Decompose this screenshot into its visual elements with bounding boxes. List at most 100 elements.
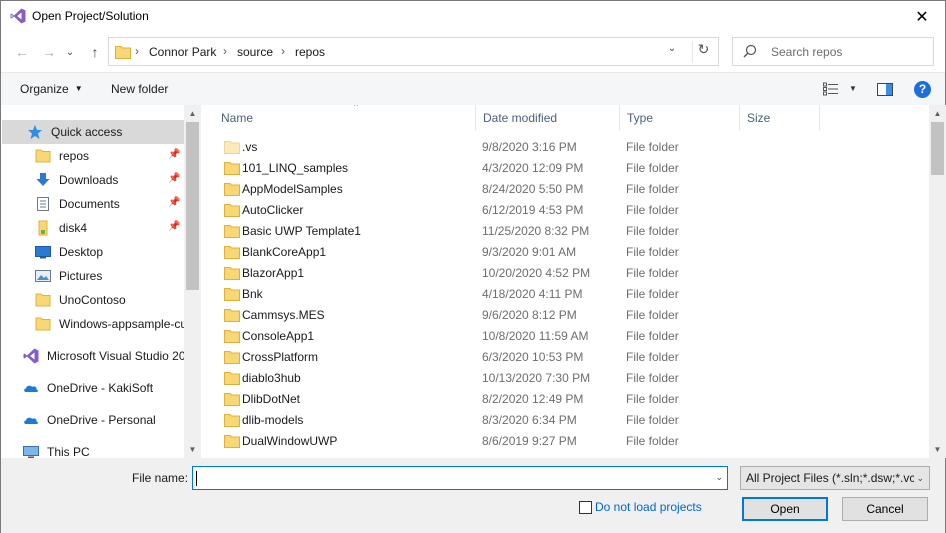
sidebar-item-quick-access[interactable]: Quick access [2, 120, 184, 144]
table-row[interactable]: .vs 9/8/2020 3:16 PM File folder [221, 136, 921, 157]
up-arrow-icon: ↑ [91, 44, 99, 60]
sidebar-item-desktop[interactable]: Desktop [2, 240, 184, 264]
file-name: ConsoleApp1 [242, 329, 315, 343]
folder-icon [224, 414, 240, 427]
table-row[interactable]: Basic UWP Template1 11/25/2020 8:32 PM Fil… [221, 220, 921, 241]
scrollbar-thumb[interactable] [931, 122, 944, 175]
scroll-down-icon[interactable]: ▼ [929, 441, 946, 458]
back-arrow-icon: ← [15, 44, 29, 60]
file-date-modified: 8/3/2020 6:34 PM [482, 413, 577, 427]
file-name-input[interactable]: ⌄ [192, 466, 728, 490]
table-row[interactable]: 101_LINQ_samples 4/3/2020 12:09 PM File fo… [221, 157, 921, 178]
pin-icon: 📌 [168, 173, 181, 184]
file-name: AutoClicker [242, 203, 304, 217]
refresh-button[interactable]: ↻ [692, 41, 714, 63]
do-not-load-projects-checkbox[interactable] [579, 501, 592, 514]
organize-label: Organize [20, 82, 69, 96]
pin-icon: 📌 [168, 197, 181, 208]
column-header-name[interactable]: ^ Name [214, 105, 476, 130]
column-header-label: Type [627, 111, 654, 125]
file-name: DualWindowUWP [242, 434, 338, 448]
table-row[interactable]: DlibDotNet 8/2/2020 12:49 PM File folder [221, 388, 921, 409]
open-button[interactable]: Open [742, 497, 828, 521]
sidebar-item-label: Documents [59, 197, 120, 211]
sidebar-item-visual-studio[interactable]: Microsoft Visual Studio 20 [2, 344, 184, 368]
search-box[interactable] [732, 37, 934, 66]
address-bar[interactable]: › Connor Park › source › repos ⌄ ↻ [108, 37, 719, 66]
breadcrumb-source[interactable]: source [237, 45, 273, 59]
new-folder-button[interactable]: New folder [111, 82, 168, 96]
table-row[interactable]: Bnk 4/18/2020 4:11 PM File folder [221, 283, 921, 304]
sort-ascending-icon: ^ [354, 105, 358, 111]
table-row[interactable]: AppModelSamples 8/24/2020 5:50 PM File fol… [221, 178, 921, 199]
search-input[interactable] [771, 43, 927, 61]
cancel-button[interactable]: Cancel [842, 497, 928, 521]
chevron-down-icon: ⌄ [65, 46, 75, 58]
column-header-size[interactable]: Size [740, 105, 820, 130]
up-button[interactable]: ↑ [84, 41, 106, 63]
file-type-filter-select[interactable]: All Project Files (*.sln;*.dsw;*.vc ⌄ [740, 466, 930, 490]
sidebar-item-documents[interactable]: Documents 📌 [2, 192, 184, 216]
open-project-dialog: Open Project/Solution ✕ ← → ⌄ ↑ › Connor… [0, 0, 946, 533]
folder-icon [224, 141, 240, 154]
table-row[interactable]: DualWindowUWP 8/6/2019 9:27 PM File folder [221, 430, 921, 451]
table-row[interactable]: CrossPlatform 6/3/2020 10:53 PM File folde… [221, 346, 921, 367]
chevron-down-icon: ▼ [74, 84, 83, 93]
sidebar-item-label: UnoContoso [59, 293, 126, 307]
visual-studio-icon [23, 348, 39, 364]
view-options-dropdown-icon[interactable]: ▼ [849, 84, 857, 93]
change-view-icon[interactable] [823, 82, 839, 96]
sidebar-item-onedrive-personal[interactable]: OneDrive - Personal [2, 408, 184, 432]
table-row[interactable]: Cammsys.MES 9/6/2020 8:12 PM File folder [221, 304, 921, 325]
scroll-up-icon[interactable]: ▲ [184, 105, 201, 122]
navigation-scrollbar[interactable]: ▲ ▼ [184, 105, 201, 458]
table-row[interactable]: diablo3hub 10/13/2020 7:30 PM File folder [221, 367, 921, 388]
sidebar-item-unocontoso[interactable]: UnoContoso [2, 288, 184, 312]
help-icon[interactable]: ? [914, 81, 931, 98]
navigation-pane: Quick access repos 📌 Downloads 📌 Documen… [1, 105, 201, 458]
sidebar-item-downloads[interactable]: Downloads 📌 [2, 168, 184, 192]
chevron-down-icon[interactable]: ⌄ [715, 472, 723, 483]
column-header-date-modified[interactable]: Date modified [476, 105, 620, 130]
scroll-down-icon[interactable]: ▼ [184, 441, 201, 458]
table-row[interactable]: AutoClicker 6/12/2019 4:53 PM File folder [221, 199, 921, 220]
sidebar-item-windows-appsample[interactable]: Windows-appsample-cu [2, 312, 184, 336]
scroll-up-icon[interactable]: ▲ [929, 105, 946, 122]
close-button[interactable]: ✕ [899, 1, 945, 32]
file-list-scrollbar[interactable]: ▲ ▼ [929, 105, 946, 458]
pin-icon: 📌 [168, 149, 181, 160]
file-date-modified: 8/24/2020 5:50 PM [482, 182, 584, 196]
table-row[interactable]: ConsoleApp1 10/8/2020 11:59 AM File folder [221, 325, 921, 346]
forward-button[interactable]: → [38, 41, 60, 63]
file-type-filter-value: All Project Files (*.sln;*.dsw;*.vc [746, 471, 916, 485]
file-type: File folder [626, 182, 679, 196]
organize-button[interactable]: Organize ▼ [20, 82, 83, 96]
file-date-modified: 10/13/2020 7:30 PM [482, 371, 591, 385]
file-date-modified: 6/12/2019 4:53 PM [482, 203, 584, 217]
table-row[interactable]: BlazorApp1 10/20/2020 4:52 PM File folder [221, 262, 921, 283]
recent-locations-button[interactable]: ⌄ [62, 41, 78, 63]
sidebar-item-disk4[interactable]: disk4 📌 [2, 216, 184, 240]
sidebar-item-label: repos [59, 149, 90, 163]
table-row[interactable]: dlib-models 8/3/2020 6:34 PM File folder [221, 409, 921, 430]
file-list: ^ Name Date modified Type Size .vs 9/8/20… [201, 105, 945, 458]
sidebar-item-onedrive-kakisoft[interactable]: OneDrive - KakiSoft [2, 376, 184, 400]
breadcrumb-repos[interactable]: repos [295, 45, 325, 59]
title-bar: Open Project/Solution ✕ [1, 1, 945, 32]
back-button[interactable]: ← [11, 41, 33, 63]
sidebar-item-repos[interactable]: repos 📌 [2, 144, 184, 168]
breadcrumb-connor-park[interactable]: Connor Park [149, 45, 216, 59]
folder-icon [224, 246, 240, 259]
column-header-type[interactable]: Type [620, 105, 740, 130]
table-row[interactable]: BlankCoreApp1 9/3/2020 9:01 AM File folder [221, 241, 921, 262]
sidebar-item-label: OneDrive - KakiSoft [47, 381, 154, 395]
preview-pane-icon[interactable] [877, 83, 893, 96]
sidebar-item-pictures[interactable]: Pictures [2, 264, 184, 288]
search-icon [743, 44, 757, 58]
sidebar-item-this-pc[interactable]: This PC [2, 440, 184, 458]
address-dropdown-button[interactable]: ⌄ [662, 43, 682, 61]
sidebar-item-label: Pictures [59, 269, 103, 283]
do-not-load-projects-label[interactable]: Do not load projects [595, 500, 702, 514]
file-name: Cammsys.MES [242, 308, 325, 322]
scrollbar-thumb[interactable] [186, 122, 199, 290]
